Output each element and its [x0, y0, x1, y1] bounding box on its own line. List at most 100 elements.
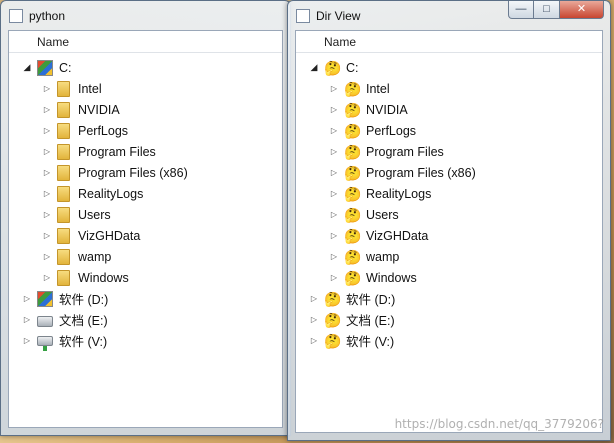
- windows-drive-icon: [37, 290, 53, 307]
- tree-item[interactable]: ▷ 🤔 VizGHData: [296, 225, 602, 246]
- collapsed-arrow-icon[interactable]: ▷: [328, 167, 340, 179]
- drive-icon: [37, 315, 53, 327]
- tree-item-label: PerfLogs: [366, 123, 417, 138]
- tree-item[interactable]: ▷ RealityLogs: [9, 183, 282, 204]
- tree-item[interactable]: ▷ 🤔 Intel: [296, 78, 602, 99]
- expanded-arrow-icon[interactable]: ◢: [21, 62, 33, 74]
- collapsed-arrow-icon[interactable]: ▷: [41, 272, 53, 284]
- collapsed-arrow-icon[interactable]: ▷: [328, 104, 340, 116]
- python-titlebar[interactable]: python: [1, 1, 290, 30]
- tree-item-label: 文档 (E:): [346, 314, 395, 328]
- collapsed-arrow-icon[interactable]: ▷: [21, 314, 33, 326]
- collapsed-arrow-icon[interactable]: ▷: [308, 335, 320, 347]
- tree-item[interactable]: ▷ 🤔 PerfLogs: [296, 120, 602, 141]
- column-header-name[interactable]: Name: [9, 31, 282, 53]
- thinking-face-icon: 🤔: [344, 143, 362, 160]
- tree-item[interactable]: ▷ 🤔 软件 (D:): [296, 288, 602, 309]
- collapsed-arrow-icon[interactable]: ▷: [328, 83, 340, 95]
- folder-icon: [57, 227, 70, 244]
- tree-item-label: Program Files (x86): [366, 165, 476, 180]
- collapsed-arrow-icon[interactable]: ▷: [41, 167, 53, 179]
- tree-item[interactable]: ▷ 🤔 wamp: [296, 246, 602, 267]
- collapsed-arrow-icon[interactable]: ▷: [41, 209, 53, 221]
- tree-item[interactable]: ▷ Intel: [9, 78, 282, 99]
- collapsed-arrow-icon[interactable]: ▷: [328, 230, 340, 242]
- collapsed-arrow-icon[interactable]: ▷: [328, 251, 340, 263]
- folder-icon: [57, 143, 70, 160]
- tree-item-label: Intel: [366, 81, 390, 96]
- tree-item-label: 软件 (D:): [59, 293, 109, 307]
- collapsed-arrow-icon[interactable]: ▷: [328, 209, 340, 221]
- collapsed-arrow-icon[interactable]: ▷: [328, 146, 340, 158]
- tree-item[interactable]: ▷ Windows: [9, 267, 282, 288]
- tree-item[interactable]: ▷ 🤔 RealityLogs: [296, 183, 602, 204]
- tree-item[interactable]: ◢ C:: [9, 57, 282, 78]
- tree-item[interactable]: ▷ 🤔 文档 (E:): [296, 309, 602, 330]
- tree-item[interactable]: ▷ NVIDIA: [9, 99, 282, 120]
- folder-icon: [57, 122, 70, 139]
- tree-item-label: Program Files: [366, 144, 444, 159]
- expanded-arrow-icon[interactable]: ◢: [308, 62, 320, 74]
- tree-list: ◢ 🤔 C: ▷ 🤔 Intel ▷ 🤔 NVIDIA ▷ 🤔 PerfLogs ▷ 🤔 Program F…: [296, 53, 602, 351]
- tree-view[interactable]: Name ◢ C: ▷ Intel ▷ NVIDIA ▷ PerfLogs ▷ Program F…: [8, 30, 283, 428]
- tree-item[interactable]: ▷ 软件 (D:): [9, 288, 282, 309]
- collapsed-arrow-icon[interactable]: ▷: [328, 272, 340, 284]
- thinking-face-icon: 🤔: [324, 59, 342, 76]
- column-header-name[interactable]: Name: [296, 31, 602, 53]
- collapsed-arrow-icon[interactable]: ▷: [308, 293, 320, 305]
- tree-item-label: 文档 (E:): [59, 314, 108, 328]
- dir-view-window[interactable]: Dir View — □ ✕ Name ◢ 🤔 C: ▷ 🤔 Intel ▷ 🤔 NVIDIA ▷…: [287, 0, 611, 441]
- collapsed-arrow-icon[interactable]: ▷: [328, 188, 340, 200]
- minimize-button[interactable]: —: [508, 1, 534, 19]
- tree-item[interactable]: ▷ Program Files (x86): [9, 162, 282, 183]
- collapsed-arrow-icon[interactable]: ▷: [21, 293, 33, 305]
- collapsed-arrow-icon[interactable]: ▷: [41, 230, 53, 242]
- tree-item[interactable]: ▷ 🤔 NVIDIA: [296, 99, 602, 120]
- tree-list: ◢ C: ▷ Intel ▷ NVIDIA ▷ PerfLogs ▷ Program Files ▷…: [9, 53, 282, 351]
- collapsed-arrow-icon[interactable]: ▷: [328, 125, 340, 137]
- tree-item[interactable]: ▷ 文档 (E:): [9, 309, 282, 330]
- python-window[interactable]: python Name ◢ C: ▷ Intel ▷ NVIDIA ▷ PerfLogs ▷ Pr…: [0, 0, 291, 436]
- app-icon: [9, 8, 23, 23]
- folder-icon: [57, 248, 70, 265]
- app-icon: [296, 8, 310, 23]
- tree-item[interactable]: ▷ Program Files: [9, 141, 282, 162]
- tree-item[interactable]: ▷ 🤔 Users: [296, 204, 602, 225]
- tree-item-label: Program Files: [78, 144, 156, 159]
- tree-item[interactable]: ▷ 🤔 Windows: [296, 267, 602, 288]
- tree-item-label: NVIDIA: [78, 102, 120, 117]
- tree-view[interactable]: Name ◢ 🤔 C: ▷ 🤔 Intel ▷ 🤔 NVIDIA ▷ 🤔 PerfLogs ▷ 🤔 Prog…: [295, 30, 603, 433]
- tree-item[interactable]: ▷ Users: [9, 204, 282, 225]
- tree-item-label: PerfLogs: [78, 123, 129, 138]
- windows-drive-icon: [37, 59, 53, 76]
- tree-item[interactable]: ▷ 🤔 Program Files (x86): [296, 162, 602, 183]
- tree-item[interactable]: ▷ PerfLogs: [9, 120, 282, 141]
- tree-item-label: RealityLogs: [366, 186, 432, 201]
- tree-item-label: 软件 (D:): [346, 293, 396, 307]
- tree-item[interactable]: ▷ 🤔 软件 (V:): [296, 330, 602, 351]
- collapsed-arrow-icon[interactable]: ▷: [308, 314, 320, 326]
- collapsed-arrow-icon[interactable]: ▷: [41, 251, 53, 263]
- tree-item[interactable]: ▷ 🤔 Program Files: [296, 141, 602, 162]
- folder-icon: [57, 101, 70, 118]
- collapsed-arrow-icon[interactable]: ▷: [41, 188, 53, 200]
- collapsed-arrow-icon[interactable]: ▷: [21, 335, 33, 347]
- maximize-button[interactable]: □: [534, 1, 560, 19]
- thinking-face-icon: 🤔: [344, 101, 362, 118]
- tree-item-label: Users: [78, 207, 111, 222]
- caption-buttons: — □ ✕: [508, 1, 604, 19]
- close-button[interactable]: ✕: [560, 1, 604, 19]
- tree-item[interactable]: ◢ 🤔 C:: [296, 57, 602, 78]
- thinking-face-icon: 🤔: [344, 185, 362, 202]
- tree-item-label: 软件 (V:): [346, 335, 395, 349]
- thinking-face-icon: 🤔: [344, 248, 362, 265]
- thinking-face-icon: 🤔: [344, 122, 362, 139]
- tree-item[interactable]: ▷ VizGHData: [9, 225, 282, 246]
- collapsed-arrow-icon[interactable]: ▷: [41, 125, 53, 137]
- collapsed-arrow-icon[interactable]: ▷: [41, 146, 53, 158]
- tree-item-label: Windows: [78, 270, 129, 285]
- collapsed-arrow-icon[interactable]: ▷: [41, 104, 53, 116]
- tree-item[interactable]: ▷ 软件 (V:): [9, 330, 282, 351]
- tree-item[interactable]: ▷ wamp: [9, 246, 282, 267]
- collapsed-arrow-icon[interactable]: ▷: [41, 83, 53, 95]
